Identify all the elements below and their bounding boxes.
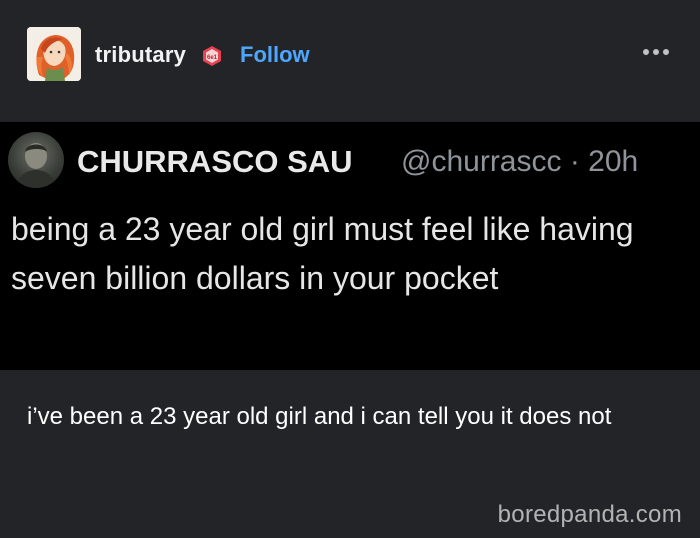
user-avatar[interactable] xyxy=(27,27,81,81)
tweet-avatar xyxy=(8,132,64,188)
tweet-display-name: CHURRASCO SAU xyxy=(77,144,353,179)
dot xyxy=(663,49,669,55)
redhead-avatar-icon xyxy=(27,27,81,81)
dot xyxy=(643,49,649,55)
svg-text:6e1: 6e1 xyxy=(207,55,218,61)
tweet-handle-time: @churrascc · 20h xyxy=(401,145,639,178)
username[interactable]: tributary xyxy=(95,42,186,68)
ellipsis-icon[interactable] xyxy=(643,44,673,60)
dot xyxy=(653,49,659,55)
post-caption: i’ve been a 23 year old girl and i can t… xyxy=(27,403,612,430)
follow-button[interactable]: Follow xyxy=(240,42,310,68)
tweet-screenshot: CHURRASCO SAU @churrascc · 20h being a 2… xyxy=(0,122,700,370)
community-badge-icon: 6e1 xyxy=(201,45,223,67)
tweet-text: being a 23 year old girl must feel like … xyxy=(11,211,634,296)
post-header: tributary 6e1 Follow xyxy=(0,0,700,122)
watermark: boredpanda.com xyxy=(497,501,682,528)
